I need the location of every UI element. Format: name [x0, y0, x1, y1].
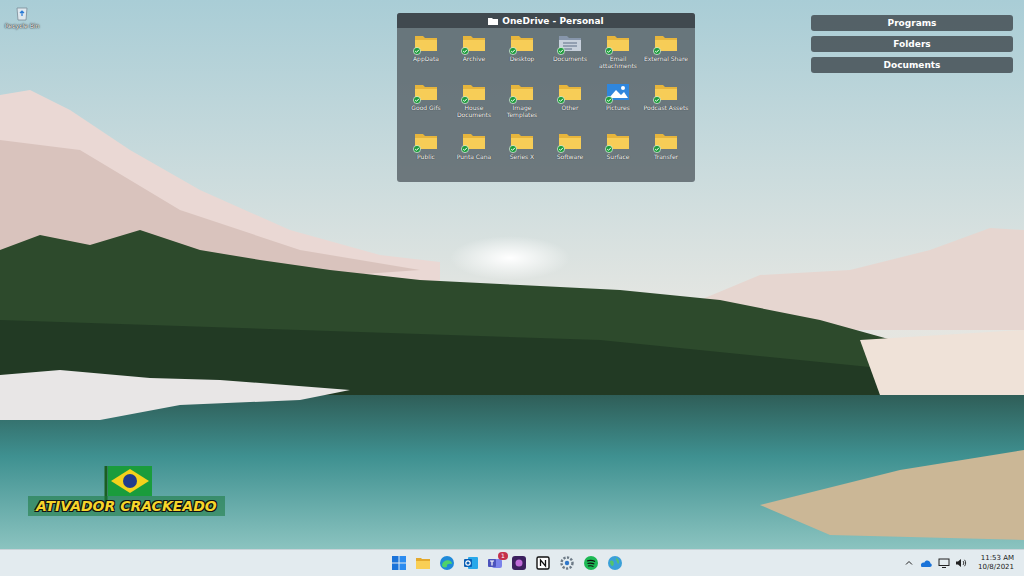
file-explorer-icon: [415, 555, 431, 571]
taskbar-app[interactable]: [414, 552, 432, 574]
folder-item[interactable]: House Documents: [450, 82, 498, 131]
folder-item[interactable]: Punta Cana: [450, 131, 498, 180]
taskbar-app[interactable]: [558, 552, 576, 574]
collapsed-fence[interactable]: Programs: [811, 15, 1013, 31]
synced-check-icon: [413, 47, 421, 55]
system-tray: 11:53 AM10/8/2021: [624, 554, 1024, 572]
clock[interactable]: 11:53 AM10/8/2021: [978, 554, 1014, 572]
notification-badge: 1: [498, 552, 508, 560]
taskbar-app[interactable]: [534, 552, 552, 574]
synced-check-icon: [605, 145, 613, 153]
screen: Recycle BinOneDrive - PersonalAppDataArc…: [0, 0, 1024, 576]
network-icon[interactable]: [938, 558, 950, 568]
folder-item[interactable]: Software: [546, 131, 594, 180]
taskbar-app[interactable]: [438, 552, 456, 574]
taskbar: 1 11:53 AM10/8/2021: [0, 549, 1024, 576]
folder-item[interactable]: Documents: [546, 33, 594, 82]
synced-check-icon: [461, 47, 469, 55]
synced-check-icon: [605, 96, 613, 104]
folder-item[interactable]: Good Gifs: [402, 82, 450, 131]
taskbar-app[interactable]: [582, 552, 600, 574]
volume-icon[interactable]: [955, 558, 967, 568]
windows-start-icon: [391, 555, 407, 571]
outlook-icon: [463, 555, 479, 571]
spotify-icon: [583, 555, 599, 571]
watermark: ATIVADOR CRACKEADO: [28, 462, 225, 516]
fence-header[interactable]: OneDrive - Personal: [397, 13, 695, 28]
synced-check-icon: [653, 47, 661, 55]
taskbar-app[interactable]: [510, 552, 528, 574]
taskbar-app[interactable]: [606, 552, 624, 574]
folder-item[interactable]: Desktop: [498, 33, 546, 82]
folder-item[interactable]: Email attachments: [594, 33, 642, 82]
synced-check-icon: [557, 96, 565, 104]
folder-item[interactable]: Podcast Assets: [642, 82, 690, 131]
settings-gear-icon: [559, 555, 575, 571]
desktop: Recycle BinOneDrive - PersonalAppDataArc…: [0, 0, 1024, 549]
folder-item[interactable]: Series X: [498, 131, 546, 180]
collapsed-fence[interactable]: Documents: [811, 57, 1013, 73]
collapsed-fences: Programs Folders Documents: [811, 15, 1013, 73]
taskbar-app[interactable]: 1: [486, 552, 504, 574]
taskbar-apps: 1: [390, 552, 624, 574]
chevron-up-icon[interactable]: [904, 558, 914, 568]
synced-check-icon: [509, 47, 517, 55]
folder-item[interactable]: Surface: [594, 131, 642, 180]
collapsed-fence[interactable]: Folders: [811, 36, 1013, 52]
taskbar-app[interactable]: [462, 552, 480, 574]
folder-item[interactable]: Other: [546, 82, 594, 131]
purple-app-icon: [511, 555, 527, 571]
synced-check-icon: [509, 96, 517, 104]
globe-app-icon: [607, 555, 623, 571]
synced-check-icon: [653, 145, 661, 153]
onedrive-fence[interactable]: OneDrive - PersonalAppDataArchiveDesktop…: [397, 13, 695, 182]
onedrive-cloud-icon[interactable]: [919, 558, 933, 568]
taskbar-app[interactable]: [390, 552, 408, 574]
folder-item[interactable]: Public: [402, 131, 450, 180]
folder-icon: [488, 17, 498, 25]
synced-check-icon: [461, 145, 469, 153]
synced-check-icon: [413, 145, 421, 153]
synced-check-icon: [557, 47, 565, 55]
synced-check-icon: [605, 47, 613, 55]
folder-item[interactable]: External Share: [642, 33, 690, 82]
folder-item[interactable]: Pictures: [594, 82, 642, 131]
notion-icon: [535, 555, 551, 571]
synced-check-icon: [413, 96, 421, 104]
recycle-bin[interactable]: Recycle Bin: [2, 5, 42, 29]
edge-browser-icon: [439, 555, 455, 571]
folder-item[interactable]: AppData: [402, 33, 450, 82]
folder-item[interactable]: Archive: [450, 33, 498, 82]
synced-check-icon: [653, 96, 661, 104]
folder-item[interactable]: Image Templates: [498, 82, 546, 131]
folder-item[interactable]: Transfer: [642, 131, 690, 180]
synced-check-icon: [509, 145, 517, 153]
synced-check-icon: [557, 145, 565, 153]
fence-items: AppDataArchiveDesktopDocumentsEmail atta…: [397, 28, 695, 182]
recycle-bin-icon: [15, 5, 29, 21]
synced-check-icon: [461, 96, 469, 104]
